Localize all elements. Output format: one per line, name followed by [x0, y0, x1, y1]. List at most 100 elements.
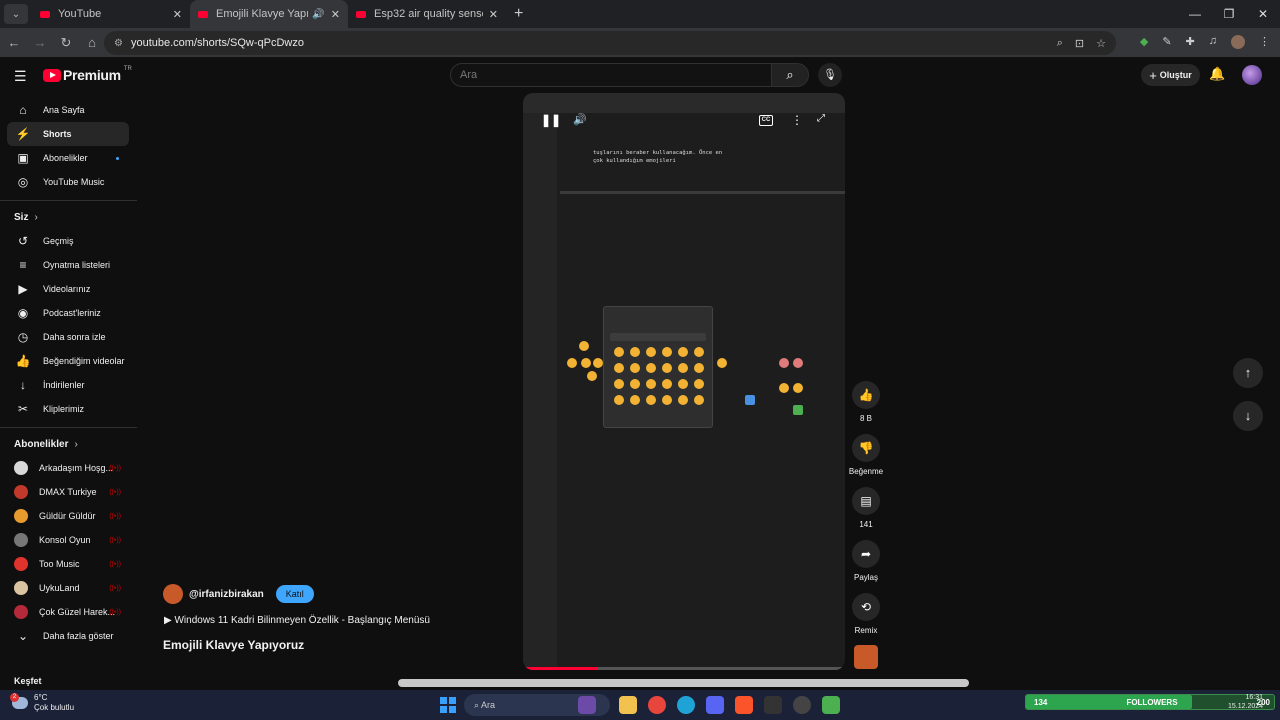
notifications-bell-icon[interactable]: 🔔 [1209, 66, 1225, 82]
game-app-icon[interactable] [578, 696, 596, 714]
minecraft-icon[interactable] [822, 696, 840, 714]
voice-search-button[interactable]: 🎙 [818, 63, 842, 87]
sidebar-item[interactable]: ◎ YouTube Music [7, 170, 129, 194]
restore-button[interactable]: ❐ [1212, 0, 1246, 28]
subscription-item[interactable]: DMAX Turkiye ((•)) [7, 480, 129, 504]
subscription-label: Arkadaşım Hoşg... [39, 463, 114, 473]
chrome-icon[interactable] [648, 696, 666, 714]
url-bar[interactable]: ⚙ youtube.com/shorts/SQw-qPcDwzo ⌕ ⊡ ☆ [104, 31, 1116, 55]
tab-search-button[interactable]: ⌄ [4, 4, 28, 24]
subscription-item[interactable]: Çok Güzel Harek... ((•)) [7, 600, 129, 624]
search-input[interactable]: Ara [450, 63, 772, 87]
bookmark-star-icon[interactable]: ☆ [1096, 37, 1106, 50]
pause-icon[interactable]: ❚❚ [541, 113, 561, 127]
subscription-item[interactable]: UykuLand ((•)) [7, 576, 129, 600]
shorts-video-player[interactable]: tuşlarını beraber kullanacağım. Önce en … [523, 93, 845, 670]
sidebar-item[interactable]: ▶ Videolarınız [7, 277, 129, 301]
logo-text: Premium [63, 67, 121, 83]
close-tab-icon[interactable]: ✕ [173, 8, 182, 21]
you-section-header[interactable]: Siz › [14, 205, 137, 229]
taskbar-clock[interactable]: 16:31 15.12.2024 [1228, 693, 1263, 711]
sidebar-item[interactable]: 👍 Beğendiğim videolar [7, 349, 129, 373]
extension-shield-icon[interactable]: ◆ [1140, 35, 1148, 49]
subscription-item[interactable]: Konsol Oyun ((•)) [7, 528, 129, 552]
url-text: youtube.com/shorts/SQw-qPcDwzo [130, 37, 304, 49]
sidebar-item[interactable]: ↺ Geçmiş [7, 229, 129, 253]
extension-pen-icon[interactable]: ✎ [1162, 35, 1171, 49]
plus-icon: + [1149, 67, 1157, 83]
terminal-icon[interactable] [764, 696, 782, 714]
subscriptions-section-header[interactable]: Abonelikler › [14, 432, 137, 456]
discord-icon[interactable] [706, 696, 724, 714]
browser-menu-icon[interactable]: ⋮ [1259, 35, 1270, 49]
close-window-button[interactable]: ✕ [1246, 0, 1280, 28]
close-tab-icon[interactable]: ✕ [489, 8, 498, 21]
channel-avatar[interactable] [163, 584, 183, 604]
windows-start-icon[interactable] [440, 697, 456, 713]
subscription-label: Konsol Oyun [39, 535, 91, 545]
minimize-button[interactable]: — [1178, 0, 1212, 28]
youtube-favicon-icon [198, 10, 208, 18]
sidebar-item[interactable]: ⚡ Shorts [7, 122, 129, 146]
install-icon[interactable]: ⊡ [1075, 37, 1084, 50]
like-button[interactable]: 👍 8 B [848, 381, 884, 423]
channel-handle[interactable]: @irfanizbirakan [189, 589, 264, 600]
subscription-item[interactable]: Güldür Güldür ((•)) [7, 504, 129, 528]
menu-icon[interactable]: ☰ [14, 68, 27, 85]
tab-title: YouTube [58, 8, 102, 20]
weather-widget[interactable]: 2 6°C Çok bulutlu [10, 693, 74, 713]
create-button[interactable]: + Oluştur [1141, 64, 1200, 86]
youtube-logo[interactable]: Premium TR [43, 66, 132, 83]
subscription-item[interactable]: Arkadaşım Hoşg... ((•)) [7, 456, 129, 480]
sidebar-item[interactable]: ≡ Oynatma listeleri [7, 253, 129, 277]
new-tab-button[interactable]: + [514, 5, 523, 23]
user-avatar[interactable] [1242, 65, 1262, 85]
brave-icon[interactable] [735, 696, 753, 714]
horizontal-scrollbar[interactable] [398, 679, 969, 687]
remix-button[interactable]: ⟲ Remix [848, 593, 884, 635]
extensions-puzzle-icon[interactable]: ✚ [1186, 35, 1195, 49]
next-short-button[interactable]: ↓ [1233, 401, 1263, 431]
close-tab-icon[interactable]: ✕ [331, 8, 340, 21]
channel-thumbnail-button[interactable] [848, 645, 884, 669]
share-icon: ➦ [852, 540, 880, 568]
more-options-icon[interactable]: ⋮ [791, 113, 803, 127]
file-explorer-icon[interactable] [619, 696, 637, 714]
profile-avatar[interactable] [1231, 35, 1245, 49]
sidebar-item[interactable]: ↓ İndirilenler [7, 373, 129, 397]
subscription-label: Çok Güzel Harek... [39, 607, 116, 617]
sidebar-item[interactable]: ⌂ Ana Sayfa [7, 98, 129, 122]
back-icon[interactable]: ← [2, 35, 26, 50]
sidebar-item[interactable]: ▣ Abonelikler [7, 146, 129, 170]
sidebar-item[interactable]: ◉ Podcast'leriniz [7, 301, 129, 325]
show-more-button[interactable]: ⌄ Daha fazla göster [7, 624, 129, 648]
video-progress-bar[interactable] [523, 667, 845, 670]
volume-icon[interactable]: 🔊 [573, 113, 587, 126]
sidebar-item[interactable]: ◷ Daha sonra izle [7, 325, 129, 349]
join-button[interactable]: Katıl [275, 585, 314, 603]
sidebar-item[interactable]: ✂ Kliplerimiz [7, 397, 129, 421]
related-video-link[interactable]: ▶ Windows 11 Kadri Bilinmeyen Özellik - … [164, 615, 430, 626]
browser-tab[interactable]: YouTube ✕ [32, 0, 190, 28]
site-info-icon[interactable]: ⚙ [114, 38, 123, 49]
forward-icon[interactable]: → [28, 35, 52, 50]
sidebar-item-label: İndirilenler [43, 380, 85, 390]
audio-playing-icon[interactable]: 🔊 [312, 9, 324, 20]
search-button[interactable]: ⌕ [771, 63, 809, 87]
zoom-icon[interactable]: ⌕ [1057, 37, 1063, 50]
arrow-down-icon: ↓ [1244, 408, 1252, 423]
captions-icon[interactable]: CC [759, 115, 773, 126]
subscription-item[interactable]: Too Music ((•)) [7, 552, 129, 576]
fullscreen-icon[interactable]: ⤢ [817, 113, 825, 124]
share-button[interactable]: ➦ Paylaş [848, 540, 884, 582]
comments-button[interactable]: ▤ 141 [848, 487, 884, 529]
dislike-button[interactable]: 👎 Beğenme [848, 434, 884, 476]
browser-tab[interactable]: Emojili Klavye Yapıyoruz - Yo🔊 ✕ [190, 0, 348, 28]
media-control-icon[interactable]: ♫ [1209, 35, 1217, 49]
reload-icon[interactable]: ↻ [54, 35, 78, 51]
edge-icon[interactable] [677, 696, 695, 714]
home-browser-icon[interactable]: ⌂ [80, 35, 104, 50]
obs-icon[interactable] [793, 696, 811, 714]
browser-tab[interactable]: Esp32 air quality sensor #airqu ✕ [348, 0, 506, 28]
previous-short-button[interactable]: ↑ [1233, 358, 1263, 388]
